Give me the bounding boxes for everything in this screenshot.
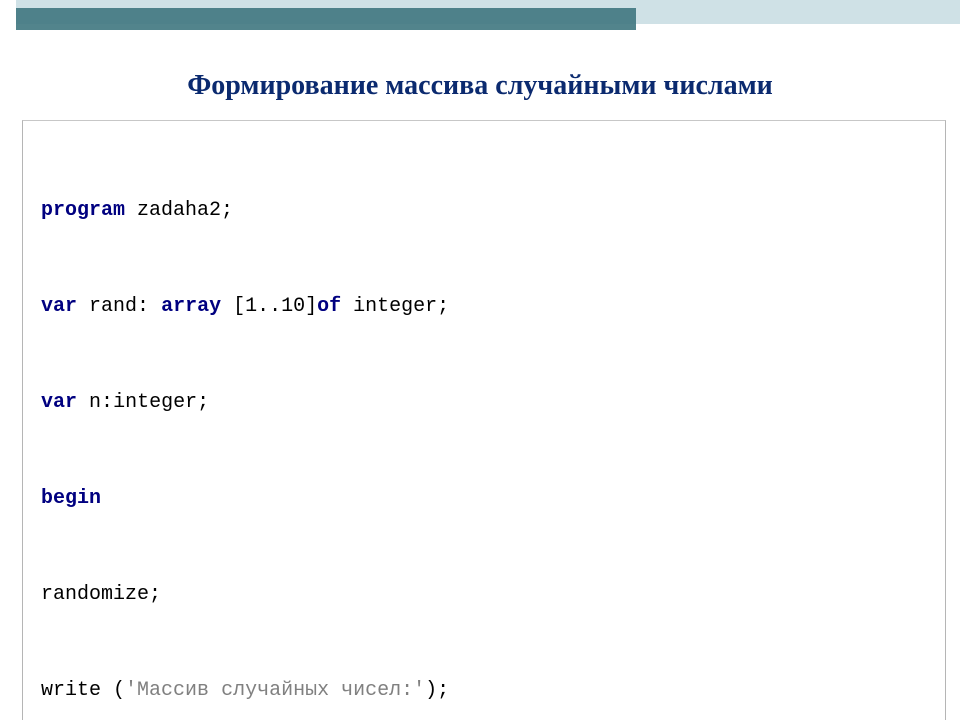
identifier: rand (89, 295, 137, 318)
array-range: [1..10] (233, 295, 317, 318)
decorative-header-bands (0, 0, 960, 42)
keyword-begin: begin (41, 487, 101, 510)
identifier: zadaha2 (137, 199, 221, 222)
page-title: Формирование массива случайными числами (0, 70, 960, 102)
keyword-of: of (317, 295, 341, 318)
code-area[interactable]: program zadaha2; var rand: array [1..10]… (23, 121, 945, 720)
code-line: var n:integer; (41, 387, 927, 419)
code-line: program zadaha2; (41, 195, 927, 227)
keyword-program: program (41, 199, 125, 222)
code-line: randomize; (41, 579, 927, 611)
identifier: n (89, 391, 101, 414)
identifier: randomize (41, 583, 149, 606)
header-band-dark (16, 8, 636, 30)
code-line: begin (41, 483, 927, 515)
identifier: write (41, 679, 101, 702)
code-line: var rand: array [1..10]of integer; (41, 291, 927, 323)
keyword-var: var (41, 391, 77, 414)
code-editor-panel: program zadaha2; var rand: array [1..10]… (22, 120, 946, 720)
keyword-var: var (41, 295, 77, 318)
code-line: write ('Массив случайных чисел:'); (41, 675, 927, 707)
type-integer: integer (113, 391, 197, 414)
string-literal: 'Массив случайных чисел:' (125, 679, 425, 702)
keyword-array: array (161, 295, 221, 318)
type-integer: integer (353, 295, 437, 318)
